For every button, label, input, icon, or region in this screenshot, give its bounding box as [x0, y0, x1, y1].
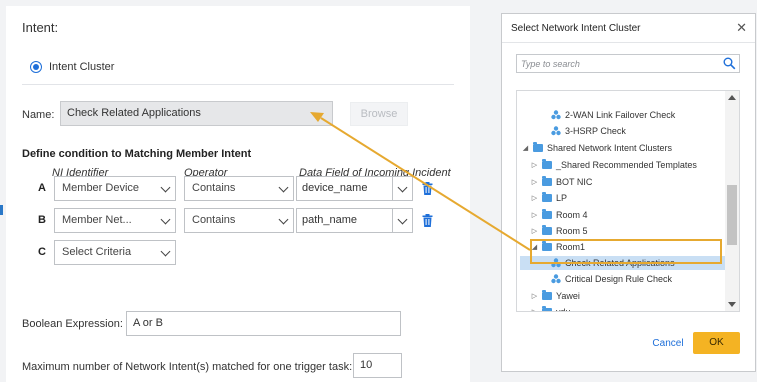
row-b-delete-icon[interactable]	[422, 214, 433, 227]
expand-toggle-icon[interactable]: ▷	[531, 292, 538, 300]
left-edge-marker	[0, 205, 3, 215]
tree-item[interactable]: ▷ Yawei	[531, 289, 580, 303]
ok-button[interactable]: OK	[693, 332, 740, 354]
dialog-header: Select Network Intent Cluster ✕	[502, 14, 755, 43]
row-letter-b: B	[38, 214, 46, 226]
tree-item[interactable]: ▷ Room 5	[531, 224, 588, 238]
expand-toggle-icon[interactable]: ▷	[531, 161, 538, 169]
intent-cluster-radio-label: Intent Cluster	[49, 61, 115, 73]
tree-item-label: 2-WAN Link Failover Check	[565, 110, 676, 120]
expand-toggle-icon[interactable]: ▷	[531, 178, 538, 186]
scroll-down-icon[interactable]	[728, 302, 736, 307]
expand-toggle-icon[interactable]: ▷	[531, 211, 538, 219]
folder-icon	[542, 176, 552, 186]
intent-panel: Intent: Intent Cluster Name: Check Relat…	[6, 6, 470, 382]
intent-cluster-icon	[551, 274, 561, 284]
name-label: Name:	[22, 109, 55, 121]
scroll-up-icon[interactable]	[728, 95, 736, 100]
tree-item[interactable]: 3-HSRP Check	[551, 124, 626, 138]
row-a-operator-value: Contains	[192, 182, 236, 194]
tree-scrollbar[interactable]	[725, 91, 739, 311]
folder-icon	[542, 192, 552, 202]
expand-toggle-icon[interactable]: ◢	[522, 144, 529, 152]
tree-item[interactable]: ▷ BOT NIC	[531, 175, 592, 189]
browse-button[interactable]: Browse	[350, 102, 408, 126]
intent-cluster-radio-row[interactable]: Intent Cluster	[30, 61, 114, 73]
folder-icon	[542, 209, 552, 219]
tree-item-label: BOT NIC	[556, 177, 593, 187]
max-intent-label: Maximum number of Network Intent(s) matc…	[22, 361, 353, 373]
search-input[interactable]	[517, 55, 712, 72]
name-field[interactable]: Check Related Applications	[60, 101, 333, 126]
tree-item-label: 3-HSRP Check	[565, 126, 626, 136]
condition-heading: Define condition to Matching Member Inte…	[22, 148, 252, 160]
chevron-down-icon	[278, 182, 289, 193]
tree-item[interactable]: 2-WAN Link Failover Check	[551, 108, 675, 122]
tree-item[interactable]: ▷ LP	[531, 191, 567, 205]
chevron-down-icon	[397, 214, 408, 225]
row-a-identifier-select[interactable]: Member Device	[54, 176, 176, 201]
row-a-operator-select[interactable]: Contains	[184, 176, 294, 201]
row-b-identifier-value: Member Net...	[62, 214, 132, 226]
tree-item-label: Critical Design Rule Check	[565, 274, 673, 284]
folder-icon	[542, 306, 552, 311]
row-c-identifier-select[interactable]: Select Criteria	[54, 240, 176, 265]
row-c-identifier-value: Select Criteria	[62, 246, 132, 258]
tree-item[interactable]: ▷ _Shared Recommended Templates	[531, 158, 697, 172]
cancel-button[interactable]: Cancel	[645, 334, 691, 354]
search-box[interactable]	[516, 54, 740, 73]
tree-item-label: Room 4	[556, 210, 588, 220]
intent-cluster-radio[interactable]	[30, 61, 42, 73]
expand-toggle-icon[interactable]: ▷	[531, 194, 538, 202]
folder-icon	[542, 225, 552, 235]
row-a-delete-icon[interactable]	[422, 182, 433, 195]
intent-cluster-icon	[551, 110, 561, 120]
cluster-tree: 2-WAN Link Failover Check 3-HSRP Check ◢…	[516, 90, 740, 312]
folder-icon	[533, 142, 543, 152]
boolean-expression-label: Boolean Expression:	[22, 318, 123, 330]
row-a-identifier-value: Member Device	[62, 182, 140, 194]
scroll-thumb[interactable]	[727, 185, 737, 245]
dialog-title: Select Network Intent Cluster	[511, 23, 641, 34]
selection-highlight-box	[530, 239, 722, 264]
row-b-operator-value: Contains	[192, 214, 236, 226]
tree-item-label: LP	[556, 193, 568, 203]
divider	[22, 84, 454, 85]
row-b-data-field-dropdown[interactable]	[393, 208, 413, 233]
chevron-down-icon	[160, 182, 171, 193]
close-icon[interactable]: ✕	[736, 21, 747, 34]
expand-toggle-icon[interactable]: ▷	[531, 227, 538, 235]
search-icon[interactable]	[723, 57, 736, 70]
tree-item[interactable]: ▷ Room 4	[531, 208, 588, 222]
chevron-down-icon	[278, 214, 289, 225]
chevron-down-icon	[160, 246, 171, 257]
folder-icon	[542, 290, 552, 300]
max-intent-input[interactable]: 10	[353, 353, 402, 378]
tree-item-label: Shared Network Intent Clusters	[547, 143, 673, 153]
select-intent-cluster-dialog: Select Network Intent Cluster ✕ 2-WAN Li…	[501, 13, 756, 372]
row-letter-c: C	[38, 246, 46, 258]
intent-cluster-icon	[551, 126, 561, 136]
row-letter-a: A	[38, 182, 46, 194]
tree-item-label: Room 5	[556, 226, 588, 236]
row-a-data-field-input[interactable]: device_name	[296, 176, 393, 201]
chevron-down-icon	[397, 182, 408, 193]
tree-item[interactable]: Critical Design Rule Check	[551, 272, 672, 286]
tree-item-label: Yawei	[556, 291, 580, 301]
tree-item[interactable]: ▷ ydu	[531, 305, 571, 312]
chevron-down-icon	[160, 214, 171, 225]
tree-item-label: _Shared Recommended Templates	[556, 160, 697, 170]
row-b-data-field-input[interactable]: path_name	[296, 208, 393, 233]
boolean-expression-input[interactable]: A or B	[126, 311, 401, 336]
row-b-identifier-select[interactable]: Member Net...	[54, 208, 176, 233]
folder-icon	[542, 159, 552, 169]
tree-item-label: ydu	[556, 307, 571, 312]
panel-title: Intent:	[22, 20, 59, 35]
tree-item[interactable]: ◢ Shared Network Intent Clusters	[522, 141, 672, 155]
expand-toggle-icon[interactable]: ▷	[531, 308, 538, 311]
row-a-data-field-dropdown[interactable]	[393, 176, 413, 201]
row-b-operator-select[interactable]: Contains	[184, 208, 294, 233]
